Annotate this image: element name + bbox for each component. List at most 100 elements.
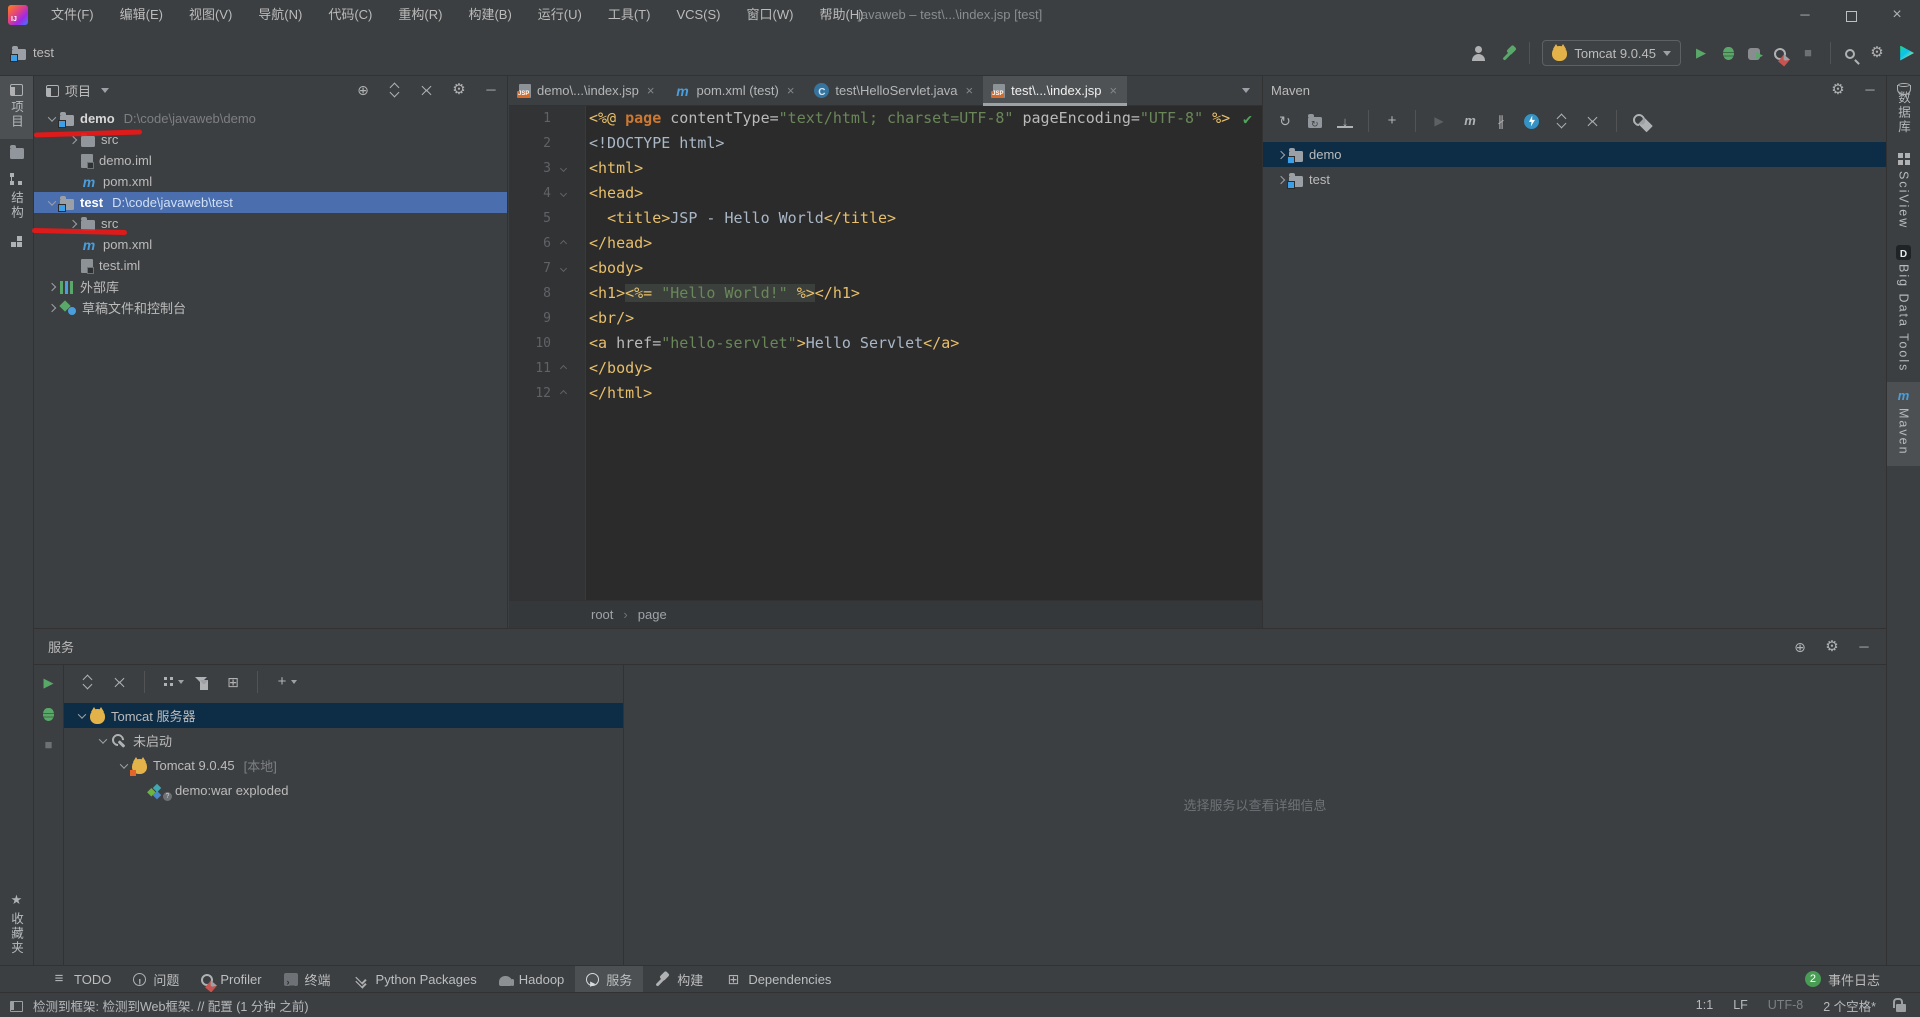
chevron-right-icon[interactable]	[48, 282, 56, 290]
offline-icon[interactable]	[1524, 114, 1539, 129]
fold-marker[interactable]	[551, 381, 575, 406]
toolwindow-tab-TODO[interactable]: TODO	[40, 966, 122, 992]
wrench-icon[interactable]	[1632, 113, 1648, 129]
editor-tab-0[interactable]: demo\...\index.jsp	[509, 76, 664, 105]
tree-item-外部库[interactable]: 外部库	[34, 276, 507, 297]
settings-icon[interactable]	[1824, 639, 1840, 655]
collapse-all-icon[interactable]	[1585, 113, 1601, 129]
menu-item-9[interactable]: VCS(S)	[663, 0, 733, 30]
run-disabled-icon[interactable]	[1431, 113, 1447, 129]
tree-item-demo-war-exploded[interactable]: ?demo:war exploded	[64, 778, 623, 803]
tree-item-未启动[interactable]: 未启动	[64, 728, 623, 753]
editor-tab-1[interactable]: pom.xml (test)	[664, 76, 804, 105]
toolbar-separator[interactable]	[1368, 110, 1369, 132]
toolbar-separator[interactable]	[1616, 110, 1617, 132]
chevron-down-icon[interactable]	[101, 88, 109, 93]
code-editor[interactable]: 123456789101112 <%@ page contentType="te…	[509, 106, 1262, 600]
run-icon[interactable]	[1693, 45, 1709, 61]
skip-tests-icon[interactable]	[1493, 113, 1509, 129]
strip-item-SciView[interactable]: SciView	[1887, 145, 1920, 239]
run-icon[interactable]	[41, 675, 57, 691]
chevron-down-icon[interactable]	[120, 760, 128, 768]
download-icon[interactable]	[1337, 114, 1353, 128]
chevron-down-icon[interactable]	[48, 113, 56, 121]
hide-icon[interactable]	[1856, 639, 1872, 655]
chevron-right-icon[interactable]	[1277, 175, 1285, 183]
refresh-icon[interactable]	[1277, 113, 1293, 129]
editor-tab-2[interactable]: test\HelloServlet.java	[804, 76, 983, 105]
fold-marker[interactable]	[551, 256, 575, 281]
readonly-lock-icon[interactable]	[1896, 1004, 1906, 1012]
expand-all-icon[interactable]	[80, 674, 96, 690]
tree-item-Tomcat-9.0.45[interactable]: Tomcat 9.0.45 [本地]	[64, 753, 623, 778]
settings-icon[interactable]	[1830, 82, 1846, 98]
minimize-button[interactable]	[1782, 0, 1828, 30]
collapse-all-icon[interactable]	[112, 674, 128, 690]
hidden-tabs-button[interactable]	[1230, 76, 1262, 105]
plus-icon[interactable]	[1384, 113, 1400, 129]
chevron-down-icon[interactable]	[48, 197, 56, 205]
toolwindow-toggle-icon[interactable]	[10, 1001, 23, 1012]
toolbar-separator[interactable]	[1830, 42, 1831, 64]
inspections-ok-icon[interactable]: ✔	[1243, 110, 1252, 128]
project-panel-title[interactable]: 项目	[65, 81, 91, 100]
project-widget[interactable]: test	[12, 45, 54, 60]
tree-item-test.iml[interactable]: test.iml	[34, 255, 507, 276]
caret-position[interactable]: 1:1	[1696, 998, 1713, 1012]
strip-item-folder[interactable]	[0, 139, 33, 165]
maven-project-demo[interactable]: demo	[1263, 142, 1886, 167]
coverage-icon[interactable]	[1748, 48, 1760, 60]
close-tab-icon[interactable]	[966, 83, 974, 98]
locate-icon[interactable]	[1792, 639, 1808, 655]
toolwindow-tab-构建[interactable]: 构建	[643, 966, 714, 992]
maven-goal-icon[interactable]	[1462, 113, 1478, 129]
breadcrumb-item-page[interactable]: page	[638, 607, 667, 622]
maximize-button[interactable]	[1828, 0, 1874, 30]
user-icon[interactable]	[1471, 45, 1487, 61]
tree-item-pom.xml[interactable]: pom.xml	[34, 171, 507, 192]
menu-item-8[interactable]: 工具(T)	[595, 0, 664, 30]
chevron-right-icon[interactable]	[69, 219, 77, 227]
debug-icon[interactable]	[43, 708, 54, 721]
close-tab-icon[interactable]	[787, 83, 795, 98]
toolwindow-tab-问题[interactable]: 问题	[122, 966, 190, 992]
fold-marker[interactable]	[551, 231, 575, 256]
strip-item-Big Data Tools[interactable]: Big Data Tools	[1887, 239, 1920, 382]
menu-item-4[interactable]: 代码(C)	[315, 0, 385, 30]
strip-item-结构[interactable]: 结构	[0, 165, 33, 230]
run-configuration-select[interactable]: Tomcat 9.0.45	[1542, 40, 1681, 66]
maven-project-test[interactable]: test	[1263, 167, 1886, 192]
toolwindow-tab-Profiler[interactable]: Profiler	[190, 966, 272, 992]
strip-item-收藏夹[interactable]: 收藏夹	[0, 886, 33, 966]
strip-item-blocks[interactable]	[0, 230, 33, 258]
search-icon[interactable]	[1845, 49, 1855, 59]
toolbar-separator[interactable]	[144, 671, 145, 693]
line-separator[interactable]: LF	[1733, 998, 1748, 1012]
indent-setting[interactable]: 2 个空格*	[1823, 996, 1876, 1015]
strip-item-项目[interactable]: 项目	[0, 76, 33, 139]
status-message[interactable]: 检测到框架: 检测到Web框架. // 配置 (1 分钟 之前)	[33, 996, 308, 1015]
stop-icon[interactable]	[1800, 45, 1816, 61]
profiler-icon[interactable]	[1774, 48, 1786, 60]
menu-item-0[interactable]: 文件(F)	[38, 0, 107, 30]
chevron-right-icon[interactable]	[69, 135, 77, 143]
tree-item-pom.xml[interactable]: pom.xml	[34, 234, 507, 255]
toolwindow-tab-Hadoop[interactable]: Hadoop	[488, 966, 576, 992]
sync-folders-icon[interactable]	[1308, 117, 1322, 128]
chevron-right-icon[interactable]	[48, 303, 56, 311]
editor-tab-3[interactable]: test\...\index.jsp	[983, 76, 1127, 105]
menu-item-2[interactable]: 视图(V)	[176, 0, 245, 30]
hide-icon[interactable]	[1862, 82, 1878, 98]
menu-item-1[interactable]: 编辑(E)	[107, 0, 176, 30]
menu-item-7[interactable]: 运行(U)	[525, 0, 595, 30]
fold-marker[interactable]	[551, 181, 575, 206]
settings-icon[interactable]	[1869, 45, 1885, 61]
fold-marker[interactable]	[551, 156, 575, 181]
newtab-icon[interactable]	[225, 674, 241, 690]
settings-icon[interactable]	[451, 82, 467, 98]
tree-item-test[interactable]: testD:\code\javaweb\test	[34, 192, 507, 213]
hide-icon[interactable]	[483, 82, 499, 98]
close-tab-icon[interactable]	[647, 83, 655, 98]
event-log-button[interactable]: 2 事件日志	[1805, 966, 1880, 992]
learn-icon[interactable]	[1899, 46, 1914, 61]
